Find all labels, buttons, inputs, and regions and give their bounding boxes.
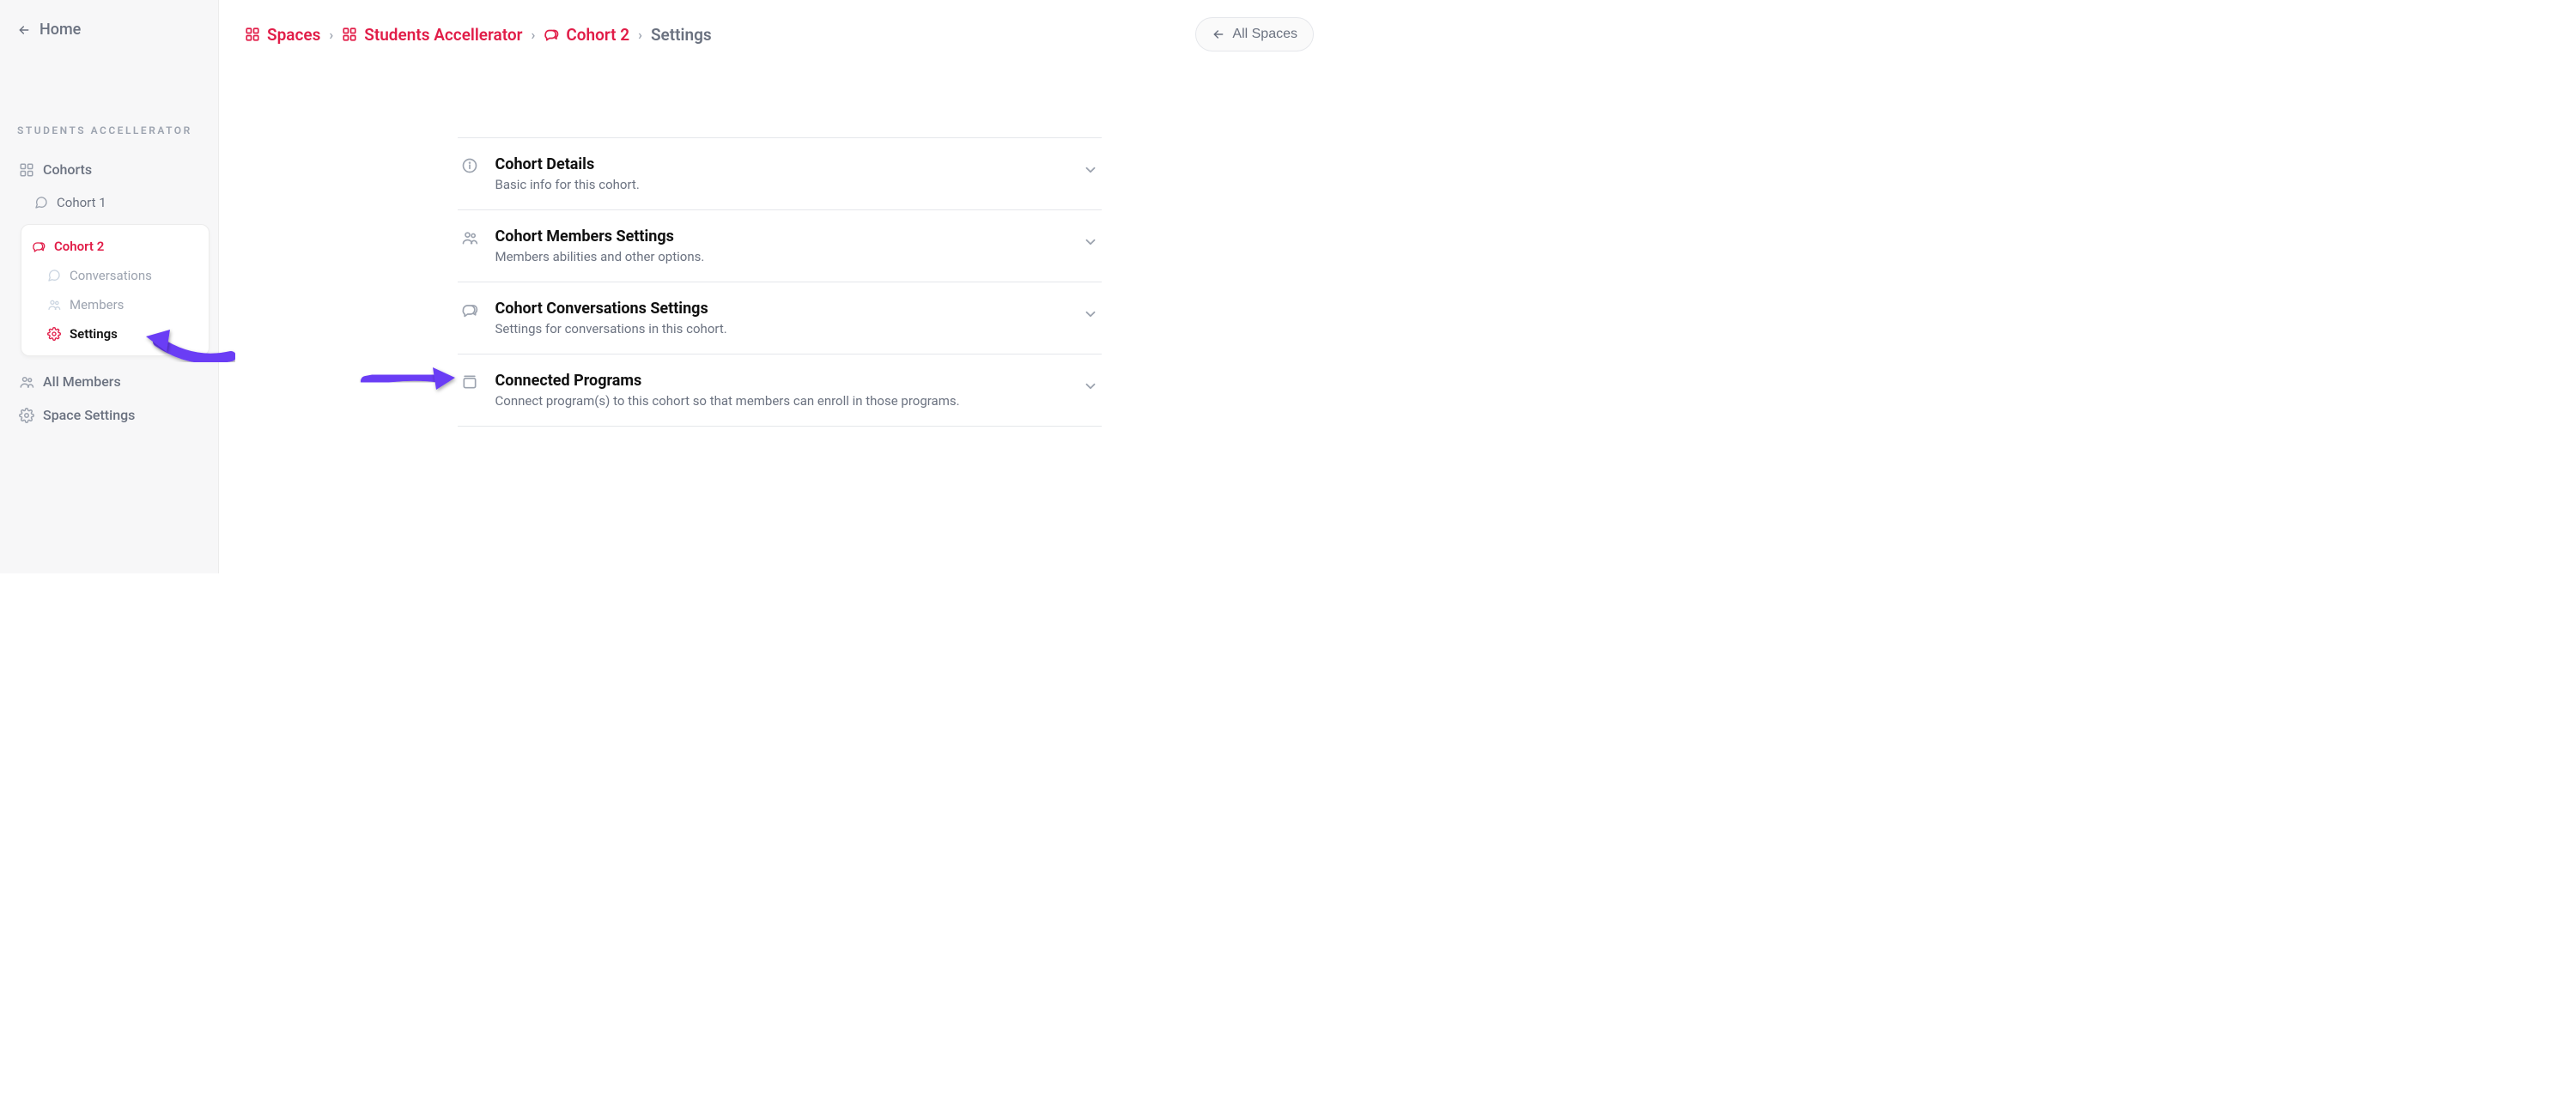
chevron-down-icon bbox=[1083, 234, 1098, 250]
sidebar-item-space-settings[interactable]: Space Settings bbox=[9, 398, 210, 432]
row-body: Cohort Conversations Settings Settings f… bbox=[495, 300, 1066, 336]
breadcrumb-current: Settings bbox=[651, 25, 712, 45]
sidebar-item-all-members[interactable]: All Members bbox=[9, 365, 210, 398]
breadcrumb-program-label: Students Accellerator bbox=[364, 25, 522, 45]
chat-icon bbox=[461, 301, 478, 318]
breadcrumb-spaces[interactable]: Spaces bbox=[245, 25, 320, 45]
chevron-down-icon bbox=[1083, 379, 1098, 394]
all-members-label: All Members bbox=[43, 373, 121, 390]
sidebar-cohorts-label: Cohorts bbox=[43, 161, 92, 178]
breadcrumb-spaces-label: Spaces bbox=[267, 25, 320, 45]
chevron-down-icon bbox=[1083, 162, 1098, 178]
settings-row-connected-programs[interactable]: Connected Programs Connect program(s) to… bbox=[458, 354, 1102, 427]
breadcrumb: Spaces › Students Accellerator › Cohort … bbox=[245, 25, 712, 45]
all-spaces-label: All Spaces bbox=[1232, 27, 1297, 42]
settings-row-members-settings[interactable]: Cohort Members Settings Members abilitie… bbox=[458, 209, 1102, 282]
cohort-card: Cohort 2 Conversations Members Settings bbox=[21, 224, 210, 356]
settings-panel: Cohort Details Basic info for this cohor… bbox=[458, 137, 1102, 427]
sidebar-item-cohorts[interactable]: Cohorts bbox=[9, 153, 210, 186]
row-sub: Members abilities and other options. bbox=[495, 249, 1066, 264]
chat-icon bbox=[32, 239, 46, 253]
users-icon bbox=[47, 298, 61, 312]
sidebar-item-cohort-2[interactable]: Cohort 2 bbox=[27, 232, 204, 261]
row-title: Cohort Details bbox=[495, 155, 1066, 173]
spaces-icon bbox=[245, 27, 260, 42]
gear-icon bbox=[19, 408, 34, 423]
spaces-icon bbox=[342, 27, 357, 42]
breadcrumb-cohort-label: Cohort 2 bbox=[566, 25, 629, 45]
cohort1-label: Cohort 1 bbox=[57, 195, 106, 210]
breadcrumb-program[interactable]: Students Accellerator bbox=[342, 25, 522, 45]
sidebar: Home STUDENTS ACCELLERATOR Cohorts Cohor… bbox=[0, 0, 219, 573]
breadcrumb-cohort[interactable]: Cohort 2 bbox=[544, 25, 629, 45]
settings-row-cohort-details[interactable]: Cohort Details Basic info for this cohor… bbox=[458, 137, 1102, 209]
row-title: Connected Programs bbox=[495, 372, 1066, 390]
row-body: Cohort Members Settings Members abilitie… bbox=[495, 227, 1066, 264]
chevron-right-icon: › bbox=[532, 27, 536, 43]
row-body: Cohort Details Basic info for this cohor… bbox=[495, 155, 1066, 192]
chat-icon bbox=[544, 27, 559, 42]
sidebar-sub-settings[interactable]: Settings bbox=[27, 319, 204, 348]
spaces-icon bbox=[19, 162, 34, 178]
users-icon bbox=[19, 374, 34, 390]
arrow-left-icon bbox=[1212, 27, 1225, 41]
topbar: Spaces › Students Accellerator › Cohort … bbox=[245, 17, 1314, 52]
sidebar-item-cohort-1[interactable]: Cohort 1 bbox=[9, 186, 210, 219]
gear-icon bbox=[47, 327, 61, 341]
info-icon bbox=[461, 157, 478, 174]
chevron-right-icon: › bbox=[329, 27, 333, 43]
conversations-label: Conversations bbox=[70, 268, 152, 283]
space-settings-label: Space Settings bbox=[43, 407, 135, 423]
row-sub: Settings for conversations in this cohor… bbox=[495, 321, 1066, 336]
chat-icon bbox=[34, 196, 48, 209]
row-title: Cohort Conversations Settings bbox=[495, 300, 1066, 318]
sidebar-sub-conversations[interactable]: Conversations bbox=[27, 261, 204, 290]
all-spaces-button[interactable]: All Spaces bbox=[1195, 17, 1314, 52]
main: Spaces › Students Accellerator › Cohort … bbox=[219, 0, 1340, 573]
users-icon bbox=[461, 229, 478, 246]
sidebar-sub-members[interactable]: Members bbox=[27, 290, 204, 319]
chat-icon bbox=[47, 269, 61, 282]
chevron-right-icon: › bbox=[638, 27, 642, 43]
row-sub: Basic info for this cohort. bbox=[495, 177, 1066, 192]
row-sub: Connect program(s) to this cohort so tha… bbox=[495, 393, 1066, 409]
settings-row-conversations-settings[interactable]: Cohort Conversations Settings Settings f… bbox=[458, 282, 1102, 354]
breadcrumb-current-label: Settings bbox=[651, 25, 712, 45]
chevron-down-icon bbox=[1083, 306, 1098, 322]
home-link[interactable]: Home bbox=[9, 14, 210, 45]
row-title: Cohort Members Settings bbox=[495, 227, 1066, 245]
archive-icon bbox=[461, 373, 478, 391]
sidebar-section-label: STUDENTS ACCELLERATOR bbox=[9, 123, 210, 139]
arrow-left-icon bbox=[17, 23, 31, 37]
members-label: Members bbox=[70, 297, 124, 312]
home-label: Home bbox=[39, 21, 81, 39]
cohort2-title: Cohort 2 bbox=[54, 239, 104, 254]
settings-label: Settings bbox=[70, 326, 118, 342]
row-body: Connected Programs Connect program(s) to… bbox=[495, 372, 1066, 409]
